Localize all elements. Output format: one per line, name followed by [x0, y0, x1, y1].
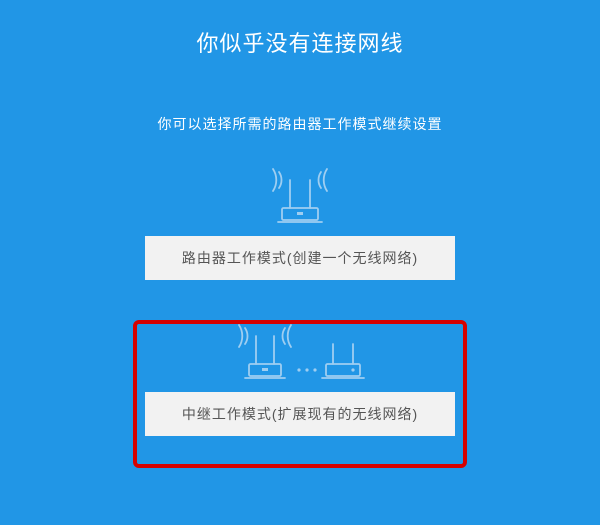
page-container: 你似乎没有连接网线 你可以选择所需的路由器工作模式继续设置 — [0, 0, 600, 436]
router-icon — [245, 168, 355, 226]
relay-mode-button[interactable]: 中继工作模式(扩展现有的无线网络) — [145, 392, 455, 436]
router-mode-button[interactable]: 路由器工作模式(创建一个无线网络) — [145, 236, 455, 280]
relay-icon — [215, 324, 385, 382]
page-title: 你似乎没有连接网线 — [196, 26, 403, 58]
router-mode-group: 路由器工作模式(创建一个无线网络) — [145, 168, 455, 280]
page-subtitle: 你可以选择所需的路由器工作模式继续设置 — [158, 114, 443, 134]
relay-mode-group: 中继工作模式(扩展现有的无线网络) — [145, 324, 455, 436]
